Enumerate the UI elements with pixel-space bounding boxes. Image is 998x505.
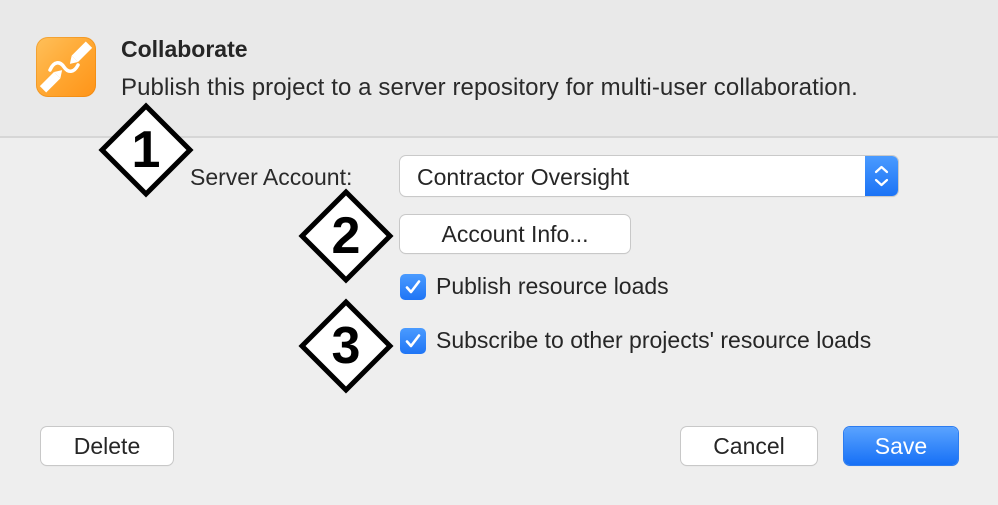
callout-1: 1 <box>98 102 194 198</box>
callout-number: 1 <box>131 121 161 179</box>
collaborate-app-icon <box>36 37 96 97</box>
dialog-title: Collaborate <box>121 36 248 62</box>
checkbox-checked[interactable] <box>400 327 426 354</box>
cancel-button[interactable]: Cancel <box>681 427 817 465</box>
server-account-label: Server Account: <box>190 164 353 190</box>
chevron-up-down-icon <box>874 165 889 187</box>
server-account-value: Contractor Oversight <box>417 164 630 190</box>
server-account-select[interactable]: Contractor Oversight <box>400 156 898 196</box>
delete-button[interactable]: Delete <box>41 427 173 465</box>
checkbox-checked[interactable] <box>400 273 426 300</box>
checkbox-label: Publish resource loads <box>436 273 669 299</box>
callout-number: 2 <box>331 207 361 265</box>
checkbox-label: Subscribe to other projects' resource lo… <box>436 327 872 353</box>
callout-3: 3 <box>298 298 394 394</box>
account-info-button[interactable]: Account Info... <box>400 215 630 253</box>
publish-resource-loads-checkbox[interactable]: Publish resource loads <box>400 273 669 300</box>
select-stepper[interactable] <box>865 156 898 196</box>
callout-2: 2 <box>298 188 394 284</box>
callout-number: 3 <box>331 317 361 375</box>
subscribe-resource-loads-checkbox[interactable]: Subscribe to other projects' resource lo… <box>400 327 871 354</box>
save-button[interactable]: Save <box>844 427 958 465</box>
checkmark-icon <box>405 279 421 293</box>
dialog-subtitle: Publish this project to a server reposit… <box>121 74 858 101</box>
checkmark-icon <box>405 333 421 347</box>
